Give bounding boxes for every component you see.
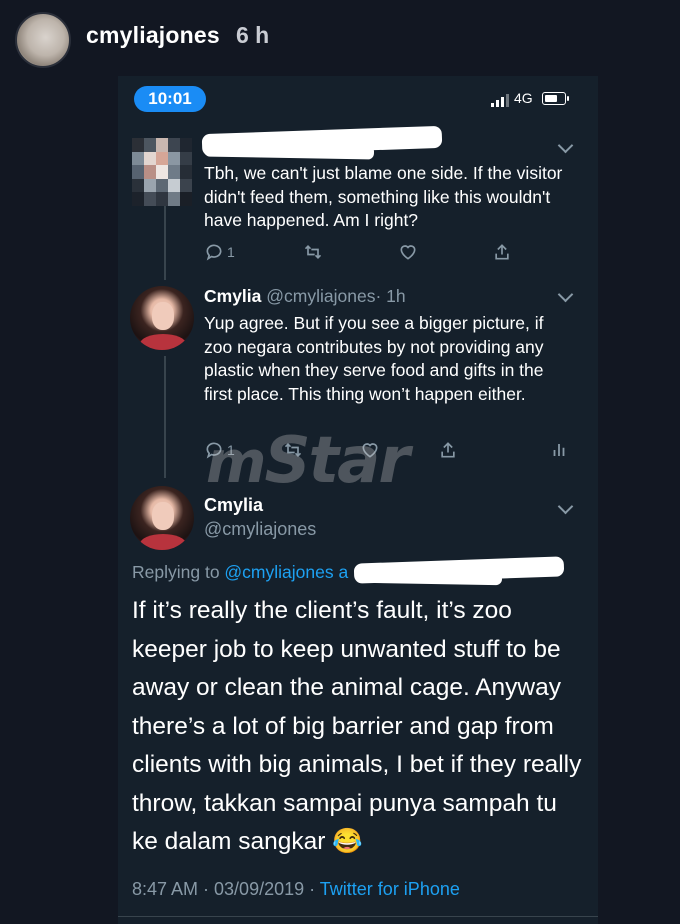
- signal-icon: [491, 91, 509, 107]
- tweet-header: Cmylia @cmyliajones· 1h: [204, 286, 406, 307]
- author-name[interactable]: Cmylia: [204, 286, 261, 306]
- analytics-icon: [553, 444, 565, 456]
- author-handle[interactable]: @cmyliajones: [204, 519, 316, 540]
- status-clock: 10:01: [134, 86, 206, 112]
- battery-icon: [542, 92, 569, 105]
- reply-action[interactable]: 1: [204, 242, 235, 262]
- replying-handle-link[interactable]: @cmyliajones a: [224, 562, 348, 582]
- like-icon: [400, 245, 416, 260]
- share-icon: [495, 244, 509, 260]
- chevron-down-icon[interactable]: [557, 498, 574, 515]
- author-handle[interactable]: @cmyliajones: [266, 286, 375, 306]
- story-header: cmyliajones 6 h: [0, 0, 680, 76]
- retweet-icon: [304, 244, 322, 260]
- divider: [118, 916, 598, 917]
- reply-icon: [206, 244, 222, 261]
- phone-screenshot: 10:01 4G Tbh, we can't just blame one si…: [118, 76, 598, 924]
- chevron-down-icon[interactable]: [557, 137, 574, 154]
- analytics-action[interactable]: [550, 440, 568, 460]
- story-username[interactable]: cmyliajones: [86, 22, 220, 49]
- author-name[interactable]: Cmylia: [204, 495, 263, 516]
- tweet-timestamp: 8:47 AM · 03/09/2019 ·: [132, 879, 320, 899]
- avatar[interactable]: [130, 486, 194, 550]
- share-icon: [441, 442, 455, 458]
- tweet-meta: 8:47 AM · 03/09/2019 · Twitter for iPhon…: [132, 879, 460, 900]
- mstar-watermark: mStar: [206, 424, 410, 498]
- redacted-name: [203, 142, 375, 160]
- reply-count: 1: [227, 244, 235, 260]
- status-bar: 10:01 4G: [118, 76, 598, 122]
- share-action[interactable]: [438, 440, 458, 460]
- replying-to: Replying to @cmyliajones a: [132, 562, 349, 582]
- tweet-text: Tbh, we can't just blame one side. If th…: [204, 163, 563, 230]
- story-time-ago: 6 h: [236, 22, 270, 48]
- story-avatar[interactable]: [15, 12, 71, 68]
- main-tweet-text: If it’s really the client’s fault, it’s …: [132, 597, 582, 855]
- pixelated-avatar: [132, 138, 192, 206]
- tweet-source-link[interactable]: Twitter for iPhone: [320, 879, 460, 899]
- retweet-action[interactable]: [302, 242, 324, 262]
- thread-line: [164, 356, 166, 478]
- tweet-text: Yup agree. But if you see a bigger pictu…: [204, 313, 544, 404]
- tweet-time: · 1h: [375, 286, 406, 306]
- share-action[interactable]: [492, 242, 512, 262]
- redacted-handle: [361, 570, 503, 586]
- avatar[interactable]: [130, 286, 194, 350]
- network-label: 4G: [514, 90, 533, 106]
- thread-line: [164, 206, 166, 280]
- chevron-down-icon[interactable]: [557, 286, 574, 303]
- like-action[interactable]: [398, 242, 418, 262]
